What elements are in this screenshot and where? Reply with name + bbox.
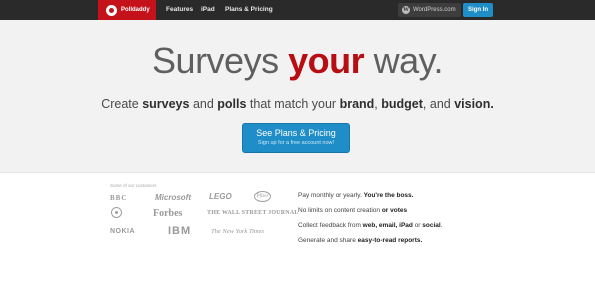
hero-subheading: Create surveys and polls that match your…	[101, 97, 494, 111]
see-plans-pricing-button[interactable]: See Plans & Pricing Sign up for a free a…	[242, 123, 350, 153]
page-headline: Surveys your way.	[152, 40, 443, 81]
cta-label: See Plans & Pricing	[256, 128, 336, 138]
nav-plans-pricing[interactable]: Plans & Pricing	[225, 0, 273, 20]
polldaddy-logo-icon	[106, 4, 117, 16]
nav-ipad[interactable]: iPad	[201, 0, 215, 20]
nav-features[interactable]: Features	[166, 0, 193, 20]
headline-accent: your	[288, 40, 365, 81]
lego-logo: LEGO	[209, 192, 232, 201]
nyt-logo: The New York Times	[211, 228, 265, 235]
nokia-logo: NOKIA	[110, 228, 136, 235]
feature-item: No limits on content creation or votes	[298, 207, 408, 214]
feature-item: Generate and share easy-to-read reports.	[298, 237, 423, 244]
wordpress-label: WordPress.com	[413, 7, 456, 13]
wsj-logo: THE WALL STREET JOURNAL	[207, 210, 299, 216]
customer-logos: Some of our customers BBC Microsoft LEGO…	[110, 183, 298, 243]
pfizer-logo: Pfizer	[254, 191, 271, 202]
bbc-logo: BBC	[110, 194, 128, 202]
hero-section: Surveys your way. Create surveys and pol…	[0, 20, 595, 173]
feature-item: Collect feedback from web, email, iPad o…	[298, 222, 443, 229]
forbes-logo: Forbes	[153, 208, 183, 219]
microsoft-logo: Microsoft	[155, 193, 191, 202]
wordpress-link[interactable]: W WordPress.com	[398, 3, 461, 17]
wordpress-icon: W	[402, 6, 410, 14]
brand-logo-link[interactable]: Polldaddy	[98, 0, 156, 20]
customers-caption: Some of our customers	[110, 183, 157, 188]
brand-name: Polldaddy	[121, 7, 150, 13]
sign-in-button[interactable]: Sign In	[463, 3, 493, 17]
feature-item: Pay monthly or yearly. You're the boss.	[298, 192, 414, 199]
ibm-logo: IBM	[168, 225, 192, 237]
cbs-logo-icon	[111, 207, 122, 218]
top-navigation-bar: Polldaddy Features iPad Plans & Pricing …	[0, 0, 595, 20]
cta-sublabel: Sign up for a free account now!	[257, 140, 335, 146]
